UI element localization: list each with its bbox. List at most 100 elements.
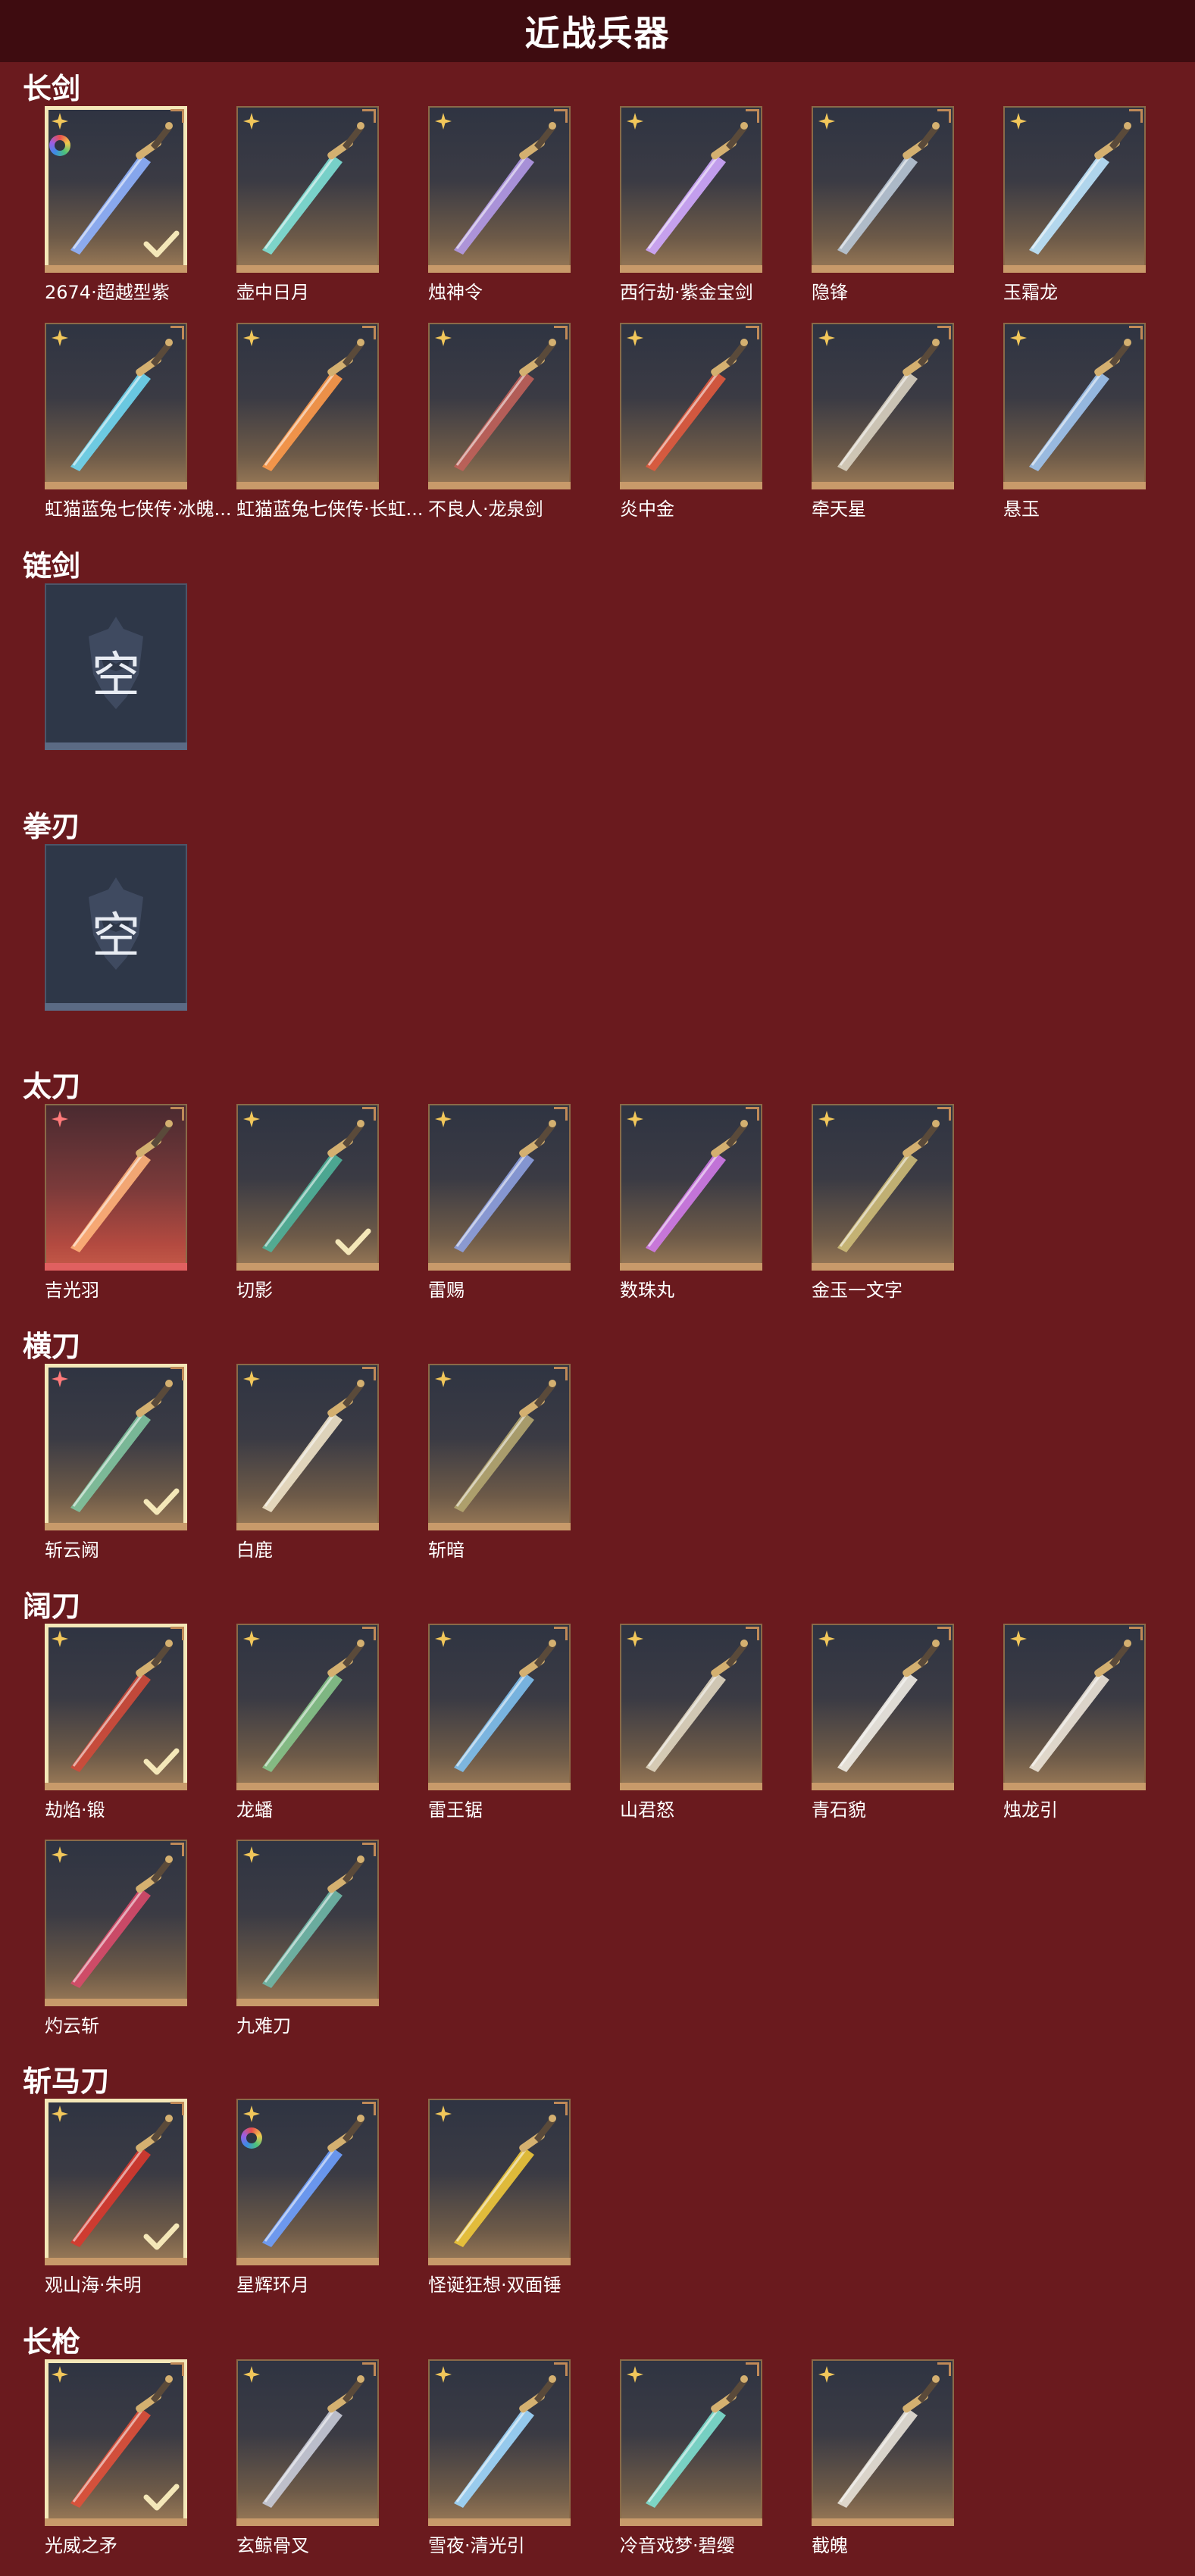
weapon-icon [70, 339, 173, 471]
empty-slot[interactable]: 空 [45, 844, 187, 1011]
weapon-card[interactable] [1003, 106, 1146, 273]
quality-star-icon [435, 2106, 452, 2122]
weapon-card[interactable] [45, 1104, 187, 1271]
category-heading: 链剑 [23, 549, 81, 583]
weapon-card[interactable] [812, 2359, 954, 2526]
quality-star-icon [1010, 113, 1027, 130]
corner-bracket-icon [170, 1367, 184, 1380]
card-bottom-bar [45, 1999, 187, 2006]
quality-star-icon [818, 1111, 835, 1127]
quality-star-icon [818, 330, 835, 346]
category-heading: 斩马刀 [23, 2065, 110, 2098]
corner-bracket-icon [937, 2362, 951, 2376]
weapon-card[interactable] [620, 106, 762, 273]
weapon-card[interactable] [45, 1840, 187, 2006]
slot-bottom-bar [45, 742, 187, 750]
weapon-icon [262, 1380, 364, 1512]
corner-bracket-icon [937, 326, 951, 339]
weapon-card[interactable] [812, 106, 954, 273]
weapon-card[interactable] [236, 106, 379, 273]
weapon-card[interactable] [428, 2359, 571, 2526]
category-heading: 长剑 [23, 72, 81, 105]
corner-bracket-icon [170, 2102, 184, 2115]
card-bottom-bar [428, 1523, 571, 1530]
card-bottom-bar [428, 265, 571, 273]
weapon-card[interactable] [428, 106, 571, 273]
weapon-card[interactable] [45, 1364, 187, 1530]
weapon-card[interactable] [428, 1104, 571, 1271]
weapon-card[interactable] [812, 1624, 954, 1790]
quality-star-icon [627, 2366, 643, 2383]
corner-bracket-icon [362, 326, 376, 339]
corner-bracket-icon [362, 2102, 376, 2115]
weapon-icon [837, 2375, 940, 2508]
quality-star-icon [627, 1111, 643, 1127]
weapon-card[interactable] [1003, 1624, 1146, 1790]
equipped-check-icon [143, 230, 180, 258]
weapon-card[interactable] [428, 1364, 571, 1530]
weapon-icon [70, 1855, 173, 1988]
weapon-card[interactable] [236, 1364, 379, 1530]
card-bottom-bar [620, 2518, 762, 2526]
weapon-card[interactable] [236, 2359, 379, 2526]
weapon-card[interactable] [812, 1104, 954, 1271]
weapon-card[interactable] [236, 323, 379, 489]
weapon-card[interactable] [236, 1104, 379, 1271]
weapon-card[interactable] [236, 1840, 379, 2006]
weapon-card[interactable] [45, 106, 187, 273]
quality-star-icon [243, 1371, 260, 1387]
empty-slot[interactable]: 空 [45, 583, 187, 750]
equipped-check-icon [143, 1748, 180, 1775]
weapon-card[interactable] [620, 2359, 762, 2526]
weapon-icon [454, 339, 556, 471]
card-bottom-bar [428, 1783, 571, 1790]
rainbow-ring-icon [241, 2127, 262, 2149]
quality-star-icon [52, 330, 68, 346]
weapon-icon [454, 2375, 556, 2508]
weapon-card[interactable] [428, 323, 571, 489]
quality-star-icon [1010, 330, 1027, 346]
card-bottom-bar [620, 1783, 762, 1790]
weapon-card[interactable] [45, 2359, 187, 2526]
weapon-card[interactable] [45, 323, 187, 489]
weapon-icon [262, 1855, 364, 1988]
corner-bracket-icon [170, 109, 184, 123]
quality-star-icon [818, 2366, 835, 2383]
corner-bracket-icon [554, 326, 568, 339]
weapon-card[interactable] [812, 323, 954, 489]
quality-star-icon [52, 1630, 68, 1647]
quality-star-icon [243, 113, 260, 130]
corner-bracket-icon [746, 1107, 759, 1121]
weapon-icon [646, 122, 748, 255]
quality-star-icon [435, 1371, 452, 1387]
card-bottom-bar [236, 2518, 379, 2526]
quality-star-icon [243, 330, 260, 346]
weapon-card[interactable] [236, 1624, 379, 1790]
weapon-icon [454, 1120, 556, 1252]
card-bottom-bar [812, 482, 954, 489]
card-bottom-bar [236, 1999, 379, 2006]
quality-star-icon [243, 2366, 260, 2383]
weapon-card[interactable] [428, 1624, 571, 1790]
quality-star-icon [1010, 1630, 1027, 1647]
weapon-card[interactable] [620, 1624, 762, 1790]
weapon-card[interactable] [428, 2099, 571, 2265]
weapon-card[interactable] [620, 1104, 762, 1271]
quality-star-icon [627, 113, 643, 130]
slot-bottom-bar [45, 1003, 187, 1011]
quality-star-icon [52, 2366, 68, 2383]
category-heading: 阔刀 [23, 1590, 81, 1623]
weapon-icon [454, 122, 556, 255]
weapon-card[interactable] [45, 2099, 187, 2265]
weapon-card[interactable] [620, 323, 762, 489]
corner-bracket-icon [170, 1627, 184, 1640]
card-bottom-bar [620, 1263, 762, 1271]
quality-star-icon [52, 1846, 68, 1863]
weapon-card[interactable] [1003, 323, 1146, 489]
weapon-icon [1029, 1640, 1131, 1772]
corner-bracket-icon [554, 1627, 568, 1640]
equipped-check-icon [335, 1228, 371, 1255]
weapon-card[interactable] [236, 2099, 379, 2265]
weapon-card[interactable] [45, 1624, 187, 1790]
corner-bracket-icon [362, 1627, 376, 1640]
